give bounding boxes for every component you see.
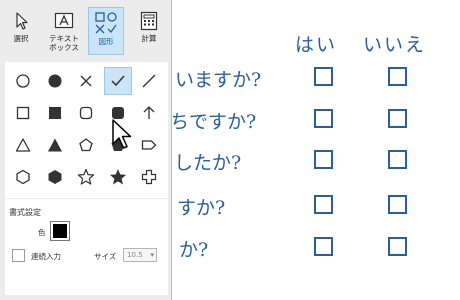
star-outline-shape[interactable] [73,164,99,190]
no-column-header: いいえ [363,34,427,56]
triangle-filled-shape[interactable] [42,132,68,158]
format-settings: 書式設定 色 連続入力 サイズ 10.5 ▾ [5,199,168,295]
question-text: か? [179,239,209,261]
select-tool-button[interactable]: 選択 [3,7,39,55]
line-icon [142,74,156,88]
yes-checkbox[interactable] [314,67,333,86]
shapes-tool-button[interactable]: 図形 [88,7,124,55]
hexagon-filled-icon [48,170,62,184]
format-settings-title: 書式設定 [9,208,41,217]
check-icon [111,75,125,87]
mouse-pointer-icon [112,119,132,149]
shapes-icon [95,12,117,34]
yes-column-header: はい [295,34,338,56]
tag-outline-shape[interactable] [136,132,162,158]
yes-checkbox[interactable] [314,195,333,214]
question-text: いますか? [175,69,262,91]
calculator-icon [140,11,158,31]
color-label: 色 [38,228,46,237]
plus-outline-icon [141,169,157,185]
shape-palette [5,62,168,198]
cross-icon [80,75,92,87]
square-filled-icon [49,107,61,119]
size-label: サイズ [94,252,117,261]
calculator-tool-label: 計算 [141,34,157,43]
arrow-up-shape[interactable] [136,100,162,126]
star-filled-icon [110,169,126,185]
square-outline-shape[interactable] [10,100,36,126]
plus-outline-shape[interactable] [136,164,162,190]
continuous-input-checkbox[interactable] [12,249,25,262]
pentagon-outline-shape[interactable] [73,132,99,158]
hexagon-filled-shape[interactable] [42,164,68,190]
question-row: いますか? [173,63,460,93]
continuous-input-label: 連続入力 [31,252,61,261]
rounded-square-outline-shape[interactable] [73,100,99,126]
calculator-tool-button[interactable]: 計算 [131,7,167,55]
square-outline-icon [16,106,30,120]
arrow-up-icon [143,106,155,119]
tool-panel: 選択 テキスト ボックス 図形 計算 書式設定 色 連続入力 サイズ 10.5 … [0,0,172,300]
square-filled-shape[interactable] [42,100,68,126]
arrow-cursor-icon [16,12,28,30]
triangle-outline-icon [15,138,31,152]
chevron-down-icon: ▾ [150,251,154,259]
triangle-filled-icon [48,138,62,152]
question-row: ちですか? [173,105,460,135]
no-checkbox[interactable] [388,195,407,214]
triangle-outline-shape[interactable] [10,132,36,158]
line-shape[interactable] [136,68,162,94]
textbox-tool-button[interactable]: テキスト ボックス [46,7,82,55]
question-row: か? [173,233,460,263]
yes-checkbox[interactable] [314,150,333,169]
question-row: すか? [173,191,460,221]
cross-shape[interactable] [73,68,99,94]
no-checkbox[interactable] [388,237,407,256]
question-text: ちですか? [173,111,257,133]
textbox-tool-label: テキスト ボックス [49,34,79,52]
circle-outline-shape[interactable] [10,68,36,94]
hexagon-outline-icon [16,169,30,185]
circle-filled-icon [48,74,62,88]
check-shape[interactable] [104,67,132,95]
star-filled-shape[interactable] [105,164,131,190]
tool-ribbon: 選択 テキスト ボックス 図形 計算 [0,0,172,62]
circle-outline-icon [16,74,30,88]
hexagon-outline-shape[interactable] [10,164,36,190]
document-canvas[interactable]: はい いいえ いますか? ちですか? したか? すか? か? [173,0,460,300]
question-text: すか? [177,197,226,219]
rounded-square-outline-icon [79,106,93,120]
no-checkbox[interactable] [388,67,407,86]
star-outline-icon [77,168,95,185]
tag-outline-icon [141,140,157,150]
pentagon-outline-icon [79,138,93,152]
no-checkbox[interactable] [388,109,407,128]
no-checkbox[interactable] [388,150,407,169]
shapes-tool-label: 図形 [98,37,114,46]
size-value: 10.5 [127,251,143,259]
question-row: したか? [173,146,460,176]
select-tool-label: 選択 [13,34,29,43]
textbox-icon [54,12,74,29]
circle-filled-shape[interactable] [42,68,68,94]
yes-checkbox[interactable] [314,237,333,256]
size-select[interactable]: 10.5 ▾ [123,248,157,262]
question-text: したか? [174,152,242,174]
yes-checkbox[interactable] [314,109,333,128]
color-swatch[interactable] [50,221,70,241]
